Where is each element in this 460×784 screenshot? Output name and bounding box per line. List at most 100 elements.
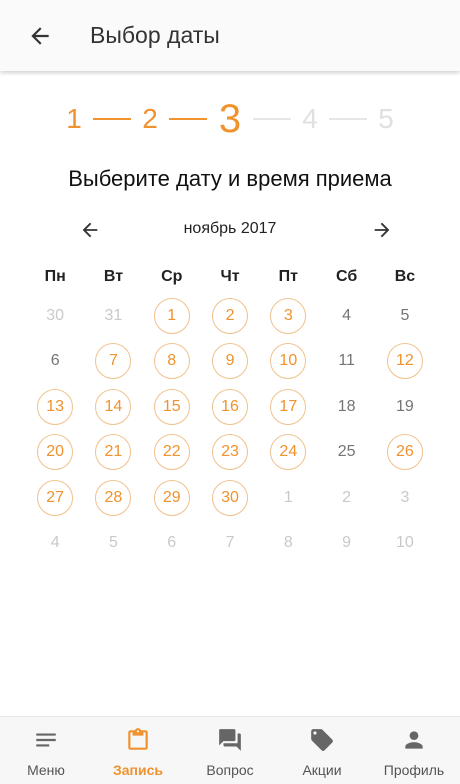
day-number: 17 (270, 388, 307, 425)
day-number: 31 (104, 306, 123, 324)
weekday-label: Ср (161, 268, 183, 285)
day-number: 7 (95, 343, 132, 380)
day-number: 16 (212, 388, 249, 425)
day-number: 30 (212, 479, 249, 516)
calendar-day-available[interactable]: 28 (84, 475, 142, 521)
calendar-day-available[interactable]: 8 (143, 339, 201, 385)
weekday-header: Пн Вт Ср Чт Пт Сб Вс (26, 268, 434, 292)
day-number: 2 (342, 488, 352, 506)
nav-booking[interactable]: Запись (92, 717, 184, 784)
day-number: 28 (95, 479, 132, 516)
weekday-label: Пт (278, 268, 298, 285)
day-number: 24 (270, 434, 307, 471)
step-3-current: 3 (218, 96, 242, 141)
calendar-day-available[interactable]: 2 (201, 293, 259, 339)
clipboard-icon (128, 728, 148, 750)
day-number: 25 (337, 443, 356, 461)
weekday-label: Вс (394, 268, 416, 285)
app-bar: Выбор даты (0, 0, 460, 71)
calendar-day-unavailable: 19 (376, 384, 434, 430)
day-number: 18 (337, 397, 356, 415)
calendar-day-available[interactable]: 26 (376, 430, 434, 476)
calendar-day-available[interactable]: 12 (376, 339, 434, 385)
section-heading: Выберите дату и время приема (68, 166, 392, 191)
calendar-day-unavailable: 18 (317, 384, 375, 430)
calendar-day-available[interactable]: 29 (143, 475, 201, 521)
calendar-grid: 30 31 1 2 3 4 5 6 7 8 9 10 11 12 13 14 15 16 17 18 19 20 21 22 2… (26, 293, 434, 566)
calendar-day-available[interactable]: 10 (259, 339, 317, 385)
arrow-right-icon (374, 222, 390, 238)
step-connector (253, 118, 291, 120)
day-number: 2 (212, 297, 249, 334)
calendar-day-available[interactable]: 3 (259, 293, 317, 339)
day-number: 9 (342, 534, 352, 552)
tag-icon (311, 729, 333, 751)
weekday-label: Пн (44, 268, 66, 285)
weekday-label: Вт (103, 268, 124, 285)
page-title: Выбор даты (90, 22, 220, 48)
calendar-day-available[interactable]: 27 (26, 475, 84, 521)
calendar-day-other-month: 9 (317, 521, 375, 567)
calendar-day-unavailable: 25 (317, 430, 375, 476)
day-number: 23 (212, 434, 249, 471)
step-connector (93, 118, 131, 120)
nav-question[interactable]: Вопрос (184, 717, 276, 784)
day-number: 7 (225, 534, 235, 552)
calendar-day-other-month: 2 (317, 475, 375, 521)
day-number: 21 (95, 434, 132, 471)
calendar-day-other-month: 4 (26, 521, 84, 567)
day-number: 4 (342, 306, 352, 324)
calendar-day-available[interactable]: 1 (143, 293, 201, 339)
step-2: 2 (142, 103, 158, 134)
calendar-day-available[interactable]: 24 (259, 430, 317, 476)
calendar-day-available[interactable]: 13 (26, 384, 84, 430)
menu-icon (36, 733, 56, 747)
day-number: 6 (50, 352, 60, 370)
weekday-label: Чт (220, 268, 240, 285)
calendar-day-other-month: 1 (259, 475, 317, 521)
calendar-day-unavailable: 4 (317, 293, 375, 339)
calendar-day-available[interactable]: 22 (143, 430, 201, 476)
calendar-day-other-month: 31 (84, 293, 142, 339)
arrow-left-icon (31, 26, 49, 45)
day-number: 3 (270, 297, 307, 334)
calendar-day-available[interactable]: 17 (259, 384, 317, 430)
calendar-day-available[interactable]: 21 (84, 430, 142, 476)
nav-label: Профиль (383, 762, 445, 778)
calendar-day-available[interactable]: 23 (201, 430, 259, 476)
step-4: 4 (302, 103, 318, 134)
calendar-day-available[interactable]: 15 (143, 384, 201, 430)
day-number: 22 (153, 434, 190, 471)
day-number: 20 (37, 434, 74, 471)
day-number: 11 (338, 352, 355, 370)
calendar-day-other-month: 8 (259, 521, 317, 567)
calendar-day-available[interactable]: 7 (84, 339, 142, 385)
calendar-day-unavailable: 6 (26, 339, 84, 385)
calendar-day-other-month: 7 (201, 521, 259, 567)
calendar-day-available[interactable]: 16 (201, 384, 259, 430)
day-number: 19 (396, 397, 414, 415)
calendar-day-other-month: 6 (143, 521, 201, 567)
day-number: 14 (95, 388, 132, 425)
calendar-day-available[interactable]: 20 (26, 430, 84, 476)
month-navigation: ноябрь 2017 (0, 212, 460, 248)
nav-profile[interactable]: Профиль (368, 717, 460, 784)
day-number: 1 (153, 297, 190, 334)
next-month-button[interactable] (364, 212, 400, 248)
person-icon (405, 731, 423, 749)
calendar-day-available[interactable]: 9 (201, 339, 259, 385)
nav-label: Акции (302, 762, 342, 778)
calendar-day-available[interactable]: 30 (201, 475, 259, 521)
bottom-navigation: Меню Запись Вопрос Акции Профиль (0, 716, 460, 784)
calendar-day-available[interactable]: 14 (84, 384, 142, 430)
day-number: 3 (400, 488, 410, 506)
day-number: 8 (153, 343, 190, 380)
nav-promotions[interactable]: Акции (276, 717, 368, 784)
calendar-day-unavailable: 5 (376, 293, 434, 339)
calendar-day-unavailable: 11 (317, 339, 375, 385)
back-button[interactable] (12, 8, 68, 64)
step-5: 5 (378, 103, 394, 134)
step-connector (329, 118, 367, 120)
day-number: 13 (37, 388, 74, 425)
nav-menu[interactable]: Меню (0, 717, 92, 784)
